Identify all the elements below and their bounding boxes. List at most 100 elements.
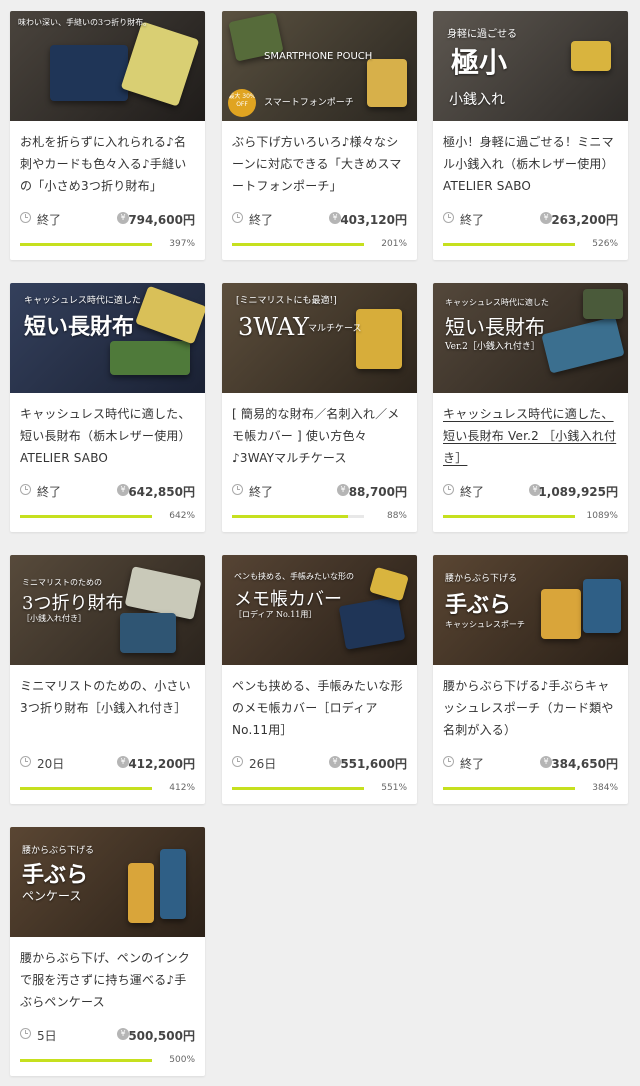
product-image — [369, 566, 409, 602]
clock-icon — [20, 484, 31, 495]
project-title[interactable]: [ 簡易的な財布／名刺入れ／メモ帳カバー ] 使い方色々♪3WAYマルチケース — [232, 403, 408, 469]
funded-amount: 1,089,925円 — [538, 485, 618, 499]
thumbnail-subtitle: 小銭入れ — [449, 92, 505, 108]
thumbnail-caption: SMARTPHONE POUCH — [264, 51, 373, 62]
project-card[interactable]: 腰からぶら下げる 手ぶら ペンケース 腰からぶら下げ、ペンのインクで服を汚さずに… — [10, 827, 205, 1076]
project-title[interactable]: 腰からぶら下げ、ペンのインクで服を汚さずに持ち運べる♪手ぶらペンケース — [20, 947, 196, 1013]
project-meta: 終了 ¥ 642,850円 — [20, 483, 195, 499]
project-title[interactable]: キャッシュレス時代に適した、短い長財布（栃木レザー使用）ATELIER SABO — [20, 403, 196, 469]
yen-icon: ¥ — [117, 1028, 129, 1040]
clock-icon — [232, 212, 243, 223]
project-title[interactable]: 腰からぶら下げる♪手ぶらキャッシュレスポーチ（カード類や名刺が入る） — [443, 675, 619, 741]
product-image — [110, 341, 190, 375]
progress-bar — [232, 243, 364, 246]
thumbnail-subtitle: マルチケース — [308, 324, 362, 334]
progress-bar — [20, 787, 152, 790]
project-status: 終了 — [460, 757, 485, 771]
project-thumbnail[interactable]: SMARTPHONE POUCH スマートフォンポーチ 最大 30% OFF — [222, 11, 417, 121]
product-image — [571, 41, 611, 71]
product-image — [367, 59, 407, 107]
project-title[interactable]: ペンも挟める、手帳みたいな形のメモ帳カバー［ロディア No.11用］ — [232, 675, 408, 741]
project-meta: 26日 ¥ 551,600円 — [232, 755, 407, 771]
product-image — [128, 863, 154, 923]
project-thumbnail[interactable]: ペンも挟める、手帳みたいな形の メモ帳カバー ［ロディア No.11用］ — [222, 555, 417, 665]
product-image — [160, 849, 186, 919]
project-thumbnail[interactable]: キャッシュレス時代に適した 短い長財布 Ver.2［小銭入れ付き］ — [433, 283, 628, 393]
thumbnail-subtitle: キャッシュレスポーチ — [445, 620, 525, 629]
progress-percent: 384% — [592, 783, 618, 793]
funded-amount: 384,650円 — [551, 757, 618, 771]
project-card[interactable]: ペンも挟める、手帳みたいな形の メモ帳カバー ［ロディア No.11用］ ペンも… — [222, 555, 417, 804]
project-card[interactable]: キャッシュレス時代に適した 短い長財布 キャッシュレス時代に適した、短い長財布（… — [10, 283, 205, 532]
project-status: 終了 — [460, 213, 485, 227]
project-card[interactable]: SMARTPHONE POUCH スマートフォンポーチ 最大 30% OFF ぶ… — [222, 11, 417, 260]
yen-icon: ¥ — [117, 484, 129, 496]
project-thumbnail[interactable]: ミニマリストのための 3つ折り財布 ［小銭入れ付き］ — [10, 555, 205, 665]
yen-icon: ¥ — [540, 212, 552, 224]
yen-icon: ¥ — [117, 756, 129, 768]
project-card[interactable]: 腰からぶら下げる 手ぶら キャッシュレスポーチ 腰からぶら下げる♪手ぶらキャッシ… — [433, 555, 628, 804]
thumbnail-subtitle: ペンケース — [22, 889, 82, 903]
project-thumbnail[interactable]: 身軽に過ごせる 極小 小銭入れ — [433, 11, 628, 121]
progress-fill — [20, 1059, 152, 1062]
progress-percent: 526% — [592, 239, 618, 249]
thumbnail-caption: 腰からぶら下げる — [22, 846, 95, 856]
funded-amount: 500,500円 — [128, 1029, 195, 1043]
project-title-link[interactable]: キャッシュレス時代に適した、短い長財布 Ver.2 ［小銭入れ付き］ — [443, 403, 619, 469]
thumbnail-subtitle: ［ロディア No.11用］ — [234, 610, 317, 619]
project-thumbnail[interactable]: [ミニマリストにも最適!] 3WAY マルチケース — [222, 283, 417, 393]
progress-bar — [232, 515, 364, 518]
yen-icon: ¥ — [329, 212, 341, 224]
clock-icon — [20, 756, 31, 767]
progress-fill — [232, 243, 364, 246]
project-card[interactable]: 身軽に過ごせる 極小 小銭入れ 極小！身軽に過ごせる！ミニマル小銭入れ（栃木レザ… — [433, 11, 628, 260]
project-status: 5日 — [37, 1029, 57, 1043]
thumbnail-title: 極小 — [451, 46, 508, 79]
project-meta: 終了 ¥ 1,089,925円 — [443, 483, 618, 499]
project-grid: 味わい深い、手縫いの3つ折り財布。 お札を折らずに入れられる♪名刺やカードも色々… — [0, 0, 640, 1086]
project-meta: 20日 ¥ 412,200円 — [20, 755, 195, 771]
progress-bar — [20, 243, 152, 246]
project-thumbnail[interactable]: 腰からぶら下げる 手ぶら キャッシュレスポーチ — [433, 555, 628, 665]
project-card[interactable]: 味わい深い、手縫いの3つ折り財布。 お札を折らずに入れられる♪名刺やカードも色々… — [10, 11, 205, 260]
progress-percent: 500% — [169, 1055, 195, 1065]
progress-percent: 642% — [169, 511, 195, 521]
thumbnail-title: メモ帳カバー — [234, 589, 342, 610]
yen-icon: ¥ — [337, 484, 349, 496]
product-image — [583, 579, 621, 633]
project-title[interactable]: お札を折らずに入れられる♪名刺やカードも色々入る♪手縫いの「小さめ3つ折り財布」 — [20, 131, 196, 197]
project-title[interactable]: ぶら下げ方いろいろ♪様々なシーンに対応できる「大きめスマートフォンポーチ」 — [232, 131, 408, 197]
progress-percent: 551% — [381, 783, 407, 793]
funded-amount: 412,200円 — [128, 757, 195, 771]
project-status: 終了 — [37, 213, 62, 227]
project-title[interactable]: 極小！身軽に過ごせる！ミニマル小銭入れ（栃木レザー使用）ATELIER SABO — [443, 131, 619, 197]
project-title[interactable]: ミニマリストのための、小さい3つ折り財布［小銭入れ付き］ — [20, 675, 196, 719]
project-status: 終了 — [249, 485, 274, 499]
thumbnail-caption: 味わい深い、手縫いの3つ折り財布。 — [18, 18, 152, 27]
funded-amount: 794,600円 — [128, 213, 195, 227]
progress-fill — [232, 515, 349, 518]
project-thumbnail[interactable]: キャッシュレス時代に適した 短い長財布 — [10, 283, 205, 393]
product-image — [135, 285, 205, 345]
project-status: 終了 — [460, 485, 485, 499]
project-status: 終了 — [249, 213, 274, 227]
project-card[interactable]: ミニマリストのための 3つ折り財布 ［小銭入れ付き］ ミニマリストのための、小さ… — [10, 555, 205, 804]
yen-icon: ¥ — [329, 756, 341, 768]
project-thumbnail[interactable]: 腰からぶら下げる 手ぶら ペンケース — [10, 827, 205, 937]
yen-icon: ¥ — [117, 212, 129, 224]
clock-icon — [443, 484, 454, 495]
project-card[interactable]: [ミニマリストにも最適!] 3WAY マルチケース [ 簡易的な財布／名刺入れ／… — [222, 283, 417, 532]
project-thumbnail[interactable]: 味わい深い、手縫いの3つ折り財布。 — [10, 11, 205, 121]
progress-fill — [443, 787, 575, 790]
thumbnail-subcaption: スマートフォンポーチ — [264, 98, 354, 108]
thumbnail-title: 手ぶら — [445, 592, 512, 618]
progress-fill — [232, 787, 364, 790]
funded-amount: 88,700円 — [348, 485, 407, 499]
product-image — [120, 613, 176, 653]
project-meta: 終了 ¥ 88,700円 — [232, 483, 407, 499]
project-meta: 終了 ¥ 384,650円 — [443, 755, 618, 771]
thumbnail-caption: 身軽に過ごせる — [447, 29, 517, 40]
thumbnail-title: 3つ折り財布 — [22, 593, 124, 614]
project-card[interactable]: キャッシュレス時代に適した 短い長財布 Ver.2［小銭入れ付き］ キャッシュレ… — [433, 283, 628, 532]
clock-icon — [232, 484, 243, 495]
